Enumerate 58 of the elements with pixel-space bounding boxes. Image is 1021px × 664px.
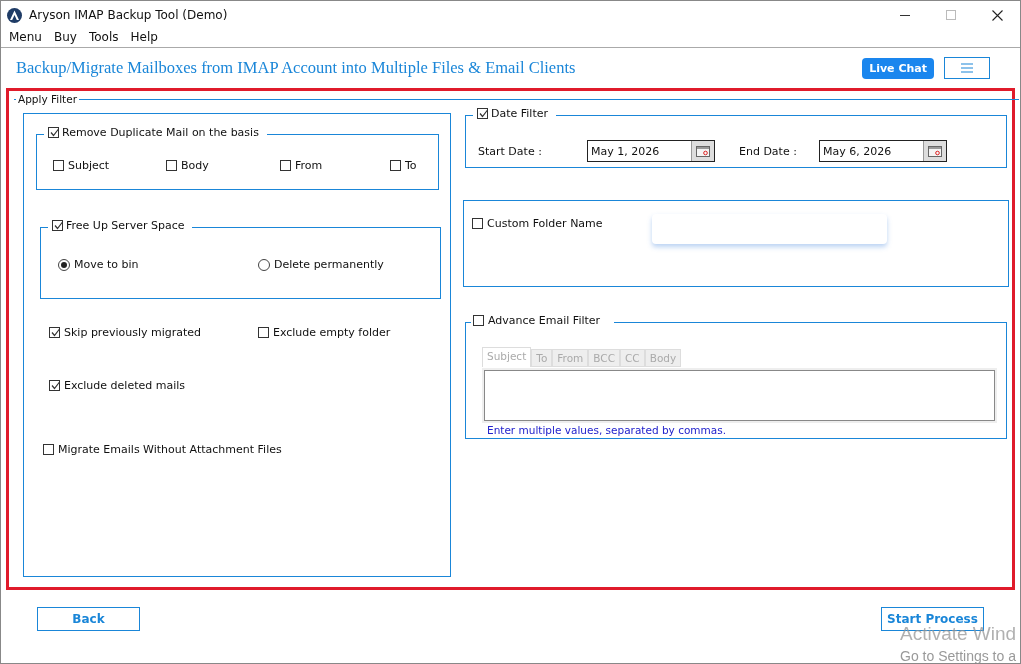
checkbox-label: Migrate Emails Without Attachment Files [58,443,282,456]
checkbox-label: To [405,159,417,172]
filter-text-area[interactable] [484,370,995,421]
date-field[interactable]: May 1, 2026 [587,140,715,162]
activation-notice: Go to Settings to a [900,649,1017,663]
filter-tab[interactable]: Body [644,349,682,367]
date-field[interactable]: May 6, 2026 [819,140,947,162]
calendar-icon[interactable] [696,145,710,157]
checkbox-label: Free Up Server Space [66,219,185,232]
checkbox-label: From [295,159,323,172]
checkbox[interactable] [52,220,63,231]
filter-tab[interactable]: BCC [588,349,621,367]
menu-item[interactable]: Buy [47,29,83,47]
radio-label: Move to bin [74,258,139,271]
checkbox[interactable] [43,444,54,455]
checkbox-label: Skip previously migrated [64,326,202,339]
menu-item[interactable]: Tools [82,29,125,47]
checkbox[interactable] [280,160,291,171]
field-label: Start Date : [478,144,543,158]
minimize-icon[interactable] [900,14,910,16]
live-chat-button[interactable]: Live Chat [862,57,934,79]
checkbox[interactable] [477,108,488,119]
checkbox-label: Custom Folder Name [487,217,603,230]
checkbox[interactable] [472,218,483,229]
filter-tab[interactable]: CC [620,349,645,367]
menu-item[interactable]: Menu [3,29,48,47]
menu-icon [961,63,973,73]
filter-tab[interactable]: Subject [482,347,532,367]
checkbox[interactable] [48,127,59,138]
app-logo-icon [7,7,22,23]
menu-button[interactable] [944,57,990,79]
group-title: Apply Filter [16,93,79,105]
hint-text: Enter multiple values, separated by commas. [487,424,727,436]
window-title: Aryson IMAP Backup Tool (Demo) [29,8,228,22]
folder-name-field[interactable] [652,214,887,244]
checkbox-label: Subject [68,159,110,172]
checkbox-label: Exclude empty folder [273,326,391,339]
checkbox[interactable] [473,315,484,326]
checkbox-label: Body [181,159,209,172]
checkbox[interactable] [258,327,269,338]
checkbox[interactable] [49,327,60,338]
page-heading: Backup/Migrate Mailboxes from IMAP Account into Multiple Files & Email Clients [16,58,576,78]
calendar-icon[interactable] [928,145,942,157]
filter-tab[interactable]: To [531,349,553,367]
field-label: End Date : [739,144,798,158]
checkbox[interactable] [166,160,177,171]
filter-tab[interactable]: From [552,349,589,367]
checkbox-label: Remove Duplicate Mail on the basis [62,126,259,139]
checkbox[interactable] [49,380,60,391]
checkbox[interactable] [53,160,64,171]
close-icon[interactable] [991,9,1003,21]
radio-label: Delete permanently [274,258,384,271]
checkbox-label: Advance Email Filter [488,314,601,327]
menu-item[interactable]: Help [124,29,164,47]
checkbox-label: Date Filter [491,107,549,120]
checkbox-label: Exclude deleted mails [64,379,186,392]
checkbox[interactable] [390,160,401,171]
back-button[interactable]: Back [37,607,140,631]
